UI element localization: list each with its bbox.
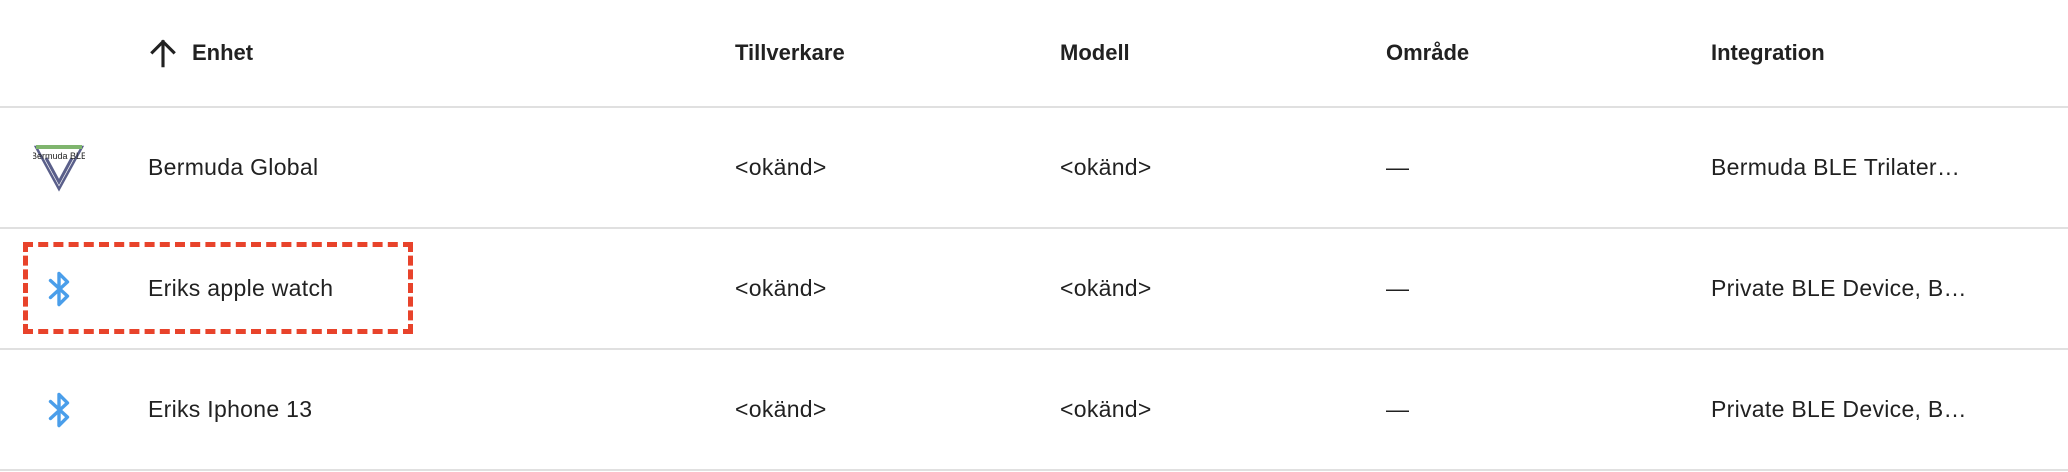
- manufacturer: <okänd>: [735, 154, 827, 180]
- bluetooth-icon: [32, 350, 86, 469]
- column-header-manufacturer[interactable]: Tillverkare: [735, 0, 845, 106]
- svg-text:Bermuda BLE: Bermuda BLE: [33, 151, 85, 161]
- device-name: Bermuda Global: [148, 154, 319, 180]
- manufacturer: <okänd>: [735, 396, 827, 422]
- column-header-label: Område: [1386, 40, 1470, 65]
- column-header-model[interactable]: Modell: [1060, 0, 1130, 106]
- bermuda-logo-icon: Bermuda BLE: [32, 108, 86, 227]
- integration: Bermuda BLE Trilater…: [1711, 154, 1961, 180]
- integration: Private BLE Device, B…: [1711, 396, 1967, 422]
- table-header: Enhet Tillverkare Modell Område Integrat…: [0, 0, 2068, 108]
- column-header-label: Modell: [1060, 40, 1130, 65]
- area: —: [1386, 275, 1410, 301]
- column-header-label: Integration: [1711, 40, 1825, 65]
- column-header-integration[interactable]: Integration: [1711, 0, 1825, 106]
- column-header-area[interactable]: Område: [1386, 0, 1469, 106]
- manufacturer: <okänd>: [735, 275, 827, 301]
- integration: Private BLE Device, B…: [1711, 275, 1967, 301]
- area: —: [1386, 396, 1410, 422]
- table-row[interactable]: Bermuda BLE Bermuda Global <okänd> <okän…: [0, 108, 2068, 229]
- model: <okänd>: [1060, 275, 1152, 301]
- column-header-label: Enhet: [192, 40, 254, 65]
- model: <okänd>: [1060, 154, 1152, 180]
- column-header-device[interactable]: Enhet: [146, 0, 253, 106]
- device-name: Eriks apple watch: [148, 275, 334, 301]
- device-table: Enhet Tillverkare Modell Område Integrat…: [0, 0, 2068, 472]
- model: <okänd>: [1060, 396, 1152, 422]
- table-row[interactable]: Eriks Iphone 13 <okänd> <okänd> — Privat…: [0, 350, 2068, 471]
- area: —: [1386, 154, 1410, 180]
- table-row[interactable]: Eriks apple watch <okänd> <okänd> — Priv…: [0, 229, 2068, 350]
- sort-ascending-icon: [146, 36, 180, 70]
- device-name: Eriks Iphone 13: [148, 396, 313, 422]
- bluetooth-icon: [32, 229, 86, 348]
- column-header-label: Tillverkare: [735, 40, 845, 65]
